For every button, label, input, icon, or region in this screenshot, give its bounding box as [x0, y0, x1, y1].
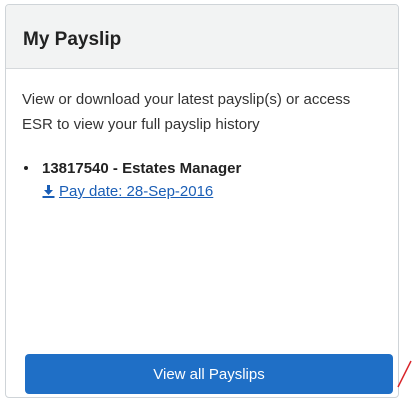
annotation-arrow-line [397, 360, 412, 388]
my-payslip-card: My Payslip View or download your latest … [5, 4, 399, 398]
download-icon [42, 185, 55, 198]
payslip-download-link[interactable]: Pay date: 28-Sep-2016 [42, 183, 213, 200]
list-item: 13817540 - Estates Manager Pay date: 28-… [22, 159, 384, 203]
card-header: My Payslip [6, 5, 398, 69]
card-title: My Payslip [23, 29, 122, 50]
payslip-employee-role: 13817540 - Estates Manager [42, 160, 242, 177]
payslip-list: 13817540 - Estates Manager Pay date: 28-… [22, 159, 384, 203]
bullet-icon [24, 166, 28, 170]
intro-text: View or download your latest payslip(s) … [22, 91, 351, 133]
view-all-payslips-button[interactable]: View all Payslips [25, 354, 393, 394]
payslip-pay-date[interactable]: Pay date: 28-Sep-2016 [59, 183, 213, 200]
card-body: View or download your latest payslip(s) … [6, 69, 398, 203]
